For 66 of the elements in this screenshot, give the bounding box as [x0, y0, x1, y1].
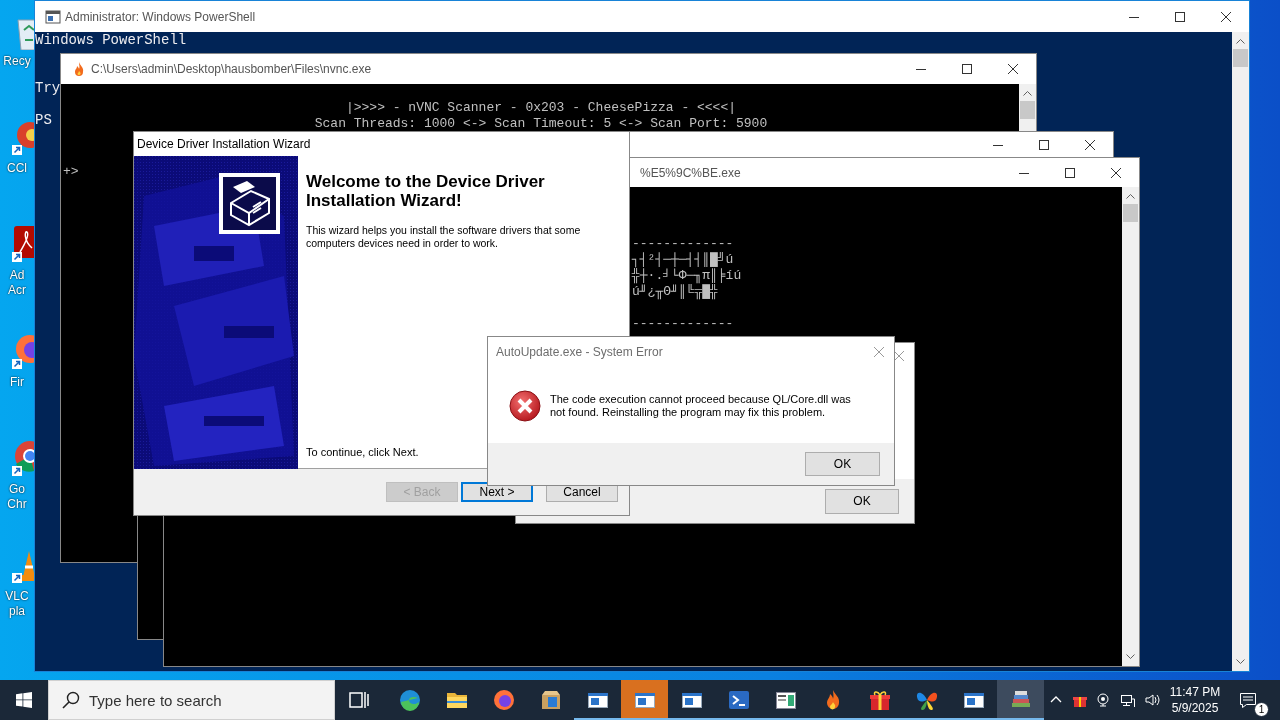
- scroll-thumb[interactable]: [1233, 49, 1248, 67]
- ok-button[interactable]: OK: [805, 452, 880, 476]
- console-text: ╬┼·.╛└Φ─╖π║╞íú: [632, 268, 742, 283]
- console-text: Try: [35, 80, 61, 96]
- webcam-icon[interactable]: [1096, 692, 1112, 708]
- terminal-icon: [726, 688, 751, 712]
- icon-label[interactable]: Recy: [3, 54, 31, 69]
- icon-label[interactable]: Acr: [8, 283, 26, 298]
- window-title: Administrator: Windows PowerShell: [65, 9, 256, 24]
- close-icon[interactable]: [1008, 64, 1018, 74]
- wizard-instruction: To continue, click Next.: [306, 446, 420, 458]
- shortcut-icon[interactable]: [12, 226, 34, 264]
- wizard-description: This wizard helps you install the software drivers that some computers devices need in order to work.: [306, 224, 582, 250]
- console-text: ┐┤²┤─┼─┤┤║█╝ú: [632, 252, 734, 267]
- scrollbar[interactable]: [1122, 187, 1139, 666]
- icon-label[interactable]: pla: [9, 604, 25, 619]
- icon-label[interactable]: VLC: [5, 589, 29, 604]
- notification-icon[interactable]: [1238, 690, 1258, 710]
- maximize-icon[interactable]: [1065, 167, 1075, 178]
- error-message: The code execution cannot proceed because QL/Core.dll was not found. Reinstalling the program may fix this problem.: [550, 393, 852, 419]
- search-field[interactable]: Type here to search: [48, 680, 335, 720]
- scrollbar[interactable]: [1019, 84, 1036, 131]
- device-icon: [219, 173, 280, 234]
- window-title: %E5%9C%BE.exe: [640, 165, 741, 180]
- down-caret-icon[interactable]: [1236, 659, 1245, 665]
- console-text: PS: [35, 112, 52, 128]
- clock-time[interactable]: 11:47 PM: [1169, 684, 1221, 700]
- icon-label[interactable]: Go: [9, 482, 25, 497]
- console-text: -------------: [632, 236, 734, 251]
- windows-icon: [16, 692, 32, 708]
- flame-circle-icon: [491, 688, 516, 712]
- icon-label[interactable]: Fir: [10, 375, 24, 390]
- scroll-thumb[interactable]: [1123, 204, 1138, 222]
- maximize-icon[interactable]: [1175, 11, 1185, 22]
- icon-label[interactable]: Ad: [9, 268, 25, 283]
- console-text: -------------: [632, 316, 734, 331]
- down-caret-icon[interactable]: [1126, 654, 1135, 660]
- error-icon: [509, 390, 541, 422]
- icon-label[interactable]: Chr: [7, 497, 27, 512]
- search-icon: [62, 691, 80, 709]
- scrollbar[interactable]: [1232, 32, 1249, 671]
- console-text: Scan Threads: 1000 <-> Scan Timeout: 5 <-> Scan Port: 5900: [314, 116, 768, 131]
- window-icon: [45, 8, 61, 25]
- close-icon[interactable]: [1111, 167, 1121, 178]
- window-title: C:\Users\admin\Desktop\hausbomber\Files\nvnc.exe: [91, 62, 372, 76]
- ok-button[interactable]: OK: [825, 488, 899, 514]
- taskbar-button[interactable]: [997, 680, 1044, 720]
- gift-icon: [867, 688, 892, 712]
- icon-label[interactable]: CCl: [7, 161, 27, 176]
- close-icon[interactable]: [1221, 11, 1231, 22]
- console-text: |>>>> - nVNC Scanner - 0x203 - CheesePizza - <<<<|: [345, 100, 737, 115]
- console-text: +>: [63, 164, 79, 179]
- console-text: ú╜¿╥Θ╜║╚╦█╬: [632, 284, 718, 299]
- wizard-heading: Welcome to the Device Driver Installation Wizard!: [306, 172, 546, 210]
- console-text: Windows PowerShell: [35, 32, 187, 48]
- network-icon[interactable]: [1120, 692, 1136, 708]
- window-title: Device Driver Installation Wizard: [137, 137, 311, 151]
- maximize-icon[interactable]: [962, 64, 972, 74]
- swirl-icon: [397, 688, 422, 712]
- maximize-icon[interactable]: [1039, 140, 1049, 150]
- clock-date[interactable]: 5/9/2025: [1171, 700, 1219, 716]
- close-icon[interactable]: [1085, 140, 1095, 150]
- notification-badge: 1: [1254, 702, 1269, 717]
- window-title: AutoUpdate.exe - System Error: [496, 345, 663, 359]
- volume-icon[interactable]: [1144, 692, 1160, 708]
- scroll-thumb[interactable]: [1020, 101, 1035, 119]
